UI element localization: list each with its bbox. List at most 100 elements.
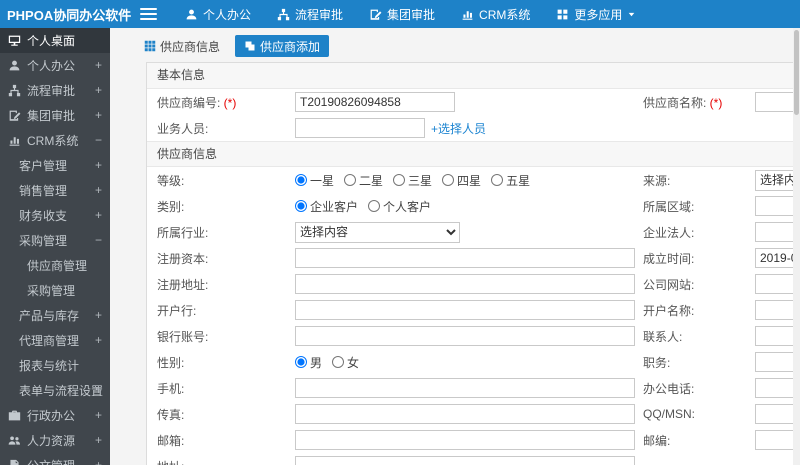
industry-select[interactable]: 选择内容 [295, 221, 460, 243]
industry-label: 所属行业: [157, 225, 209, 240]
fax-input[interactable] [295, 404, 635, 424]
expand-toggle-icon[interactable]: + [95, 103, 102, 128]
menu-toggle-icon[interactable] [140, 8, 157, 20]
sidebar-item-admin-office[interactable]: 行政办公 + [0, 403, 110, 428]
sidebar-item-label: 集团审批 [27, 109, 76, 123]
supplier-code-input[interactable] [295, 92, 455, 112]
sidebar-item-personal-desktop[interactable]: 个人桌面 [0, 28, 110, 53]
sidebar-item-customer-mgmt[interactable]: 客户管理 + [0, 153, 110, 178]
sidebar-item-sales-mgmt[interactable]: 销售管理 + [0, 178, 110, 203]
sidebar-item-personal-office[interactable]: 个人办公 + [0, 53, 110, 78]
expand-toggle-icon[interactable]: − [95, 228, 102, 253]
tab-supplier-info[interactable]: 供应商信息 [135, 35, 229, 57]
fax-label: 传真: [157, 407, 185, 422]
expand-toggle-icon[interactable]: + [95, 178, 102, 203]
level-radio[interactable] [491, 174, 504, 186]
category-option[interactable]: 个人客户 [368, 198, 431, 215]
registered-capital-input[interactable] [295, 248, 635, 268]
expand-toggle-icon[interactable]: + [95, 403, 102, 428]
user-icon [186, 9, 197, 19]
expand-toggle-icon[interactable]: + [95, 428, 102, 453]
expand-toggle-icon[interactable]: + [95, 378, 102, 403]
level-option[interactable]: 一星 [295, 172, 334, 189]
nav-more-apps[interactable]: 更多应用 [543, 0, 649, 28]
sidebar-item-label: 财务收支 [19, 209, 68, 223]
level-radio[interactable] [344, 174, 357, 186]
tab-supplier-add[interactable]: 供应商添加 [235, 35, 330, 57]
required-mark: (*) [223, 95, 237, 110]
gender-option[interactable]: 男 [295, 354, 322, 371]
sidebar-item-purchase-mgmt[interactable]: 采购管理 − [0, 228, 110, 253]
gender-radio[interactable] [332, 356, 345, 368]
expand-toggle-icon[interactable]: + [95, 153, 102, 178]
expand-toggle-icon[interactable]: + [95, 453, 102, 465]
founded-date-label: 成立时间: [643, 251, 695, 266]
category-radio[interactable] [368, 200, 381, 212]
top-nav: 个人办公 流程审批 集团审批 CRM系统 更多应用 [172, 0, 649, 28]
sales-person-input[interactable] [295, 118, 425, 138]
sidebar-item-label: 个人办公 [27, 59, 76, 73]
grid-icon [558, 9, 568, 19]
expand-toggle-icon[interactable]: + [95, 53, 102, 78]
sidebar-item-agent-mgmt[interactable]: 代理商管理 + [0, 328, 110, 353]
nav-crm-system[interactable]: CRM系统 [448, 0, 543, 28]
bank-input[interactable] [295, 300, 635, 320]
level-radio[interactable] [393, 174, 406, 186]
registered-address-input[interactable] [295, 274, 635, 294]
sidebar-item-form-flow-settings[interactable]: 表单与流程设置 + [0, 378, 110, 403]
mobile-input[interactable] [295, 378, 635, 398]
vertical-scrollbar[interactable] [793, 28, 800, 465]
supplier-name-label: 供应商名称: (*) [643, 95, 723, 110]
gender-option[interactable]: 女 [332, 354, 359, 371]
people-icon [8, 436, 21, 445]
sidebar-item-label: 产品与库存 [19, 309, 80, 323]
app-logo[interactable]: PHPOA协同办公软件 [0, 5, 131, 24]
level-radio[interactable] [442, 174, 455, 186]
email-input[interactable] [295, 430, 635, 450]
zip-code-label: 邮编: [643, 433, 671, 448]
sidebar-item-product-inventory[interactable]: 产品与库存 + [0, 303, 110, 328]
expand-toggle-icon[interactable]: + [95, 78, 102, 103]
sidebar-item-supplier-mgmt[interactable]: 供应商管理 [0, 253, 110, 278]
level-option[interactable]: 五星 [491, 172, 530, 189]
bank-control [295, 300, 643, 320]
sidebar-item-purchasing[interactable]: 采购管理 [0, 278, 110, 303]
sidebar-item-label: 销售管理 [19, 184, 68, 198]
level-radio[interactable] [295, 174, 307, 186]
expand-toggle-icon[interactable]: + [95, 328, 102, 353]
category-option[interactable]: 企业客户 [295, 198, 358, 215]
address-input[interactable] [295, 456, 635, 465]
level-option[interactable]: 三星 [393, 172, 432, 189]
expand-toggle-icon[interactable]: + [95, 203, 102, 228]
new-window-icon [245, 41, 255, 51]
sidebar-item-crm-system[interactable]: CRM系统 − [0, 128, 110, 153]
bank-account-input[interactable] [295, 326, 635, 346]
sidebar-item-finance[interactable]: 财务收支 + [0, 203, 110, 228]
legal-person-label: 企业法人: [643, 225, 695, 240]
address-label: 地址: [157, 458, 295, 465]
sidebar-item-reports-stats[interactable]: 报表与统计 [0, 353, 110, 378]
sales-person-picker-link[interactable]: +选择人员 [431, 120, 486, 137]
chart-icon [462, 10, 473, 20]
nav-personal-office[interactable]: 个人办公 [172, 0, 264, 28]
gender-radio-group: 男女 [295, 354, 359, 371]
nav-group-approval[interactable]: 集团审批 [356, 0, 448, 28]
scrollbar-thumb[interactable] [794, 30, 799, 115]
source-label: 来源: [643, 173, 671, 188]
form-row: 手机: 办公电话: [147, 375, 800, 401]
level-option[interactable]: 四星 [442, 172, 481, 189]
gender-radio[interactable] [295, 356, 307, 368]
sidebar-item-document-mgmt[interactable]: 公文管理 + [0, 453, 110, 465]
expand-toggle-icon[interactable]: + [95, 303, 102, 328]
required-mark: (*) [709, 95, 723, 110]
sidebar-item-label: 个人桌面 [27, 34, 76, 48]
qq-msn-label: QQ/MSN: [643, 407, 696, 421]
sidebar-item-group-approval[interactable]: 集团审批 + [0, 103, 110, 128]
level-option[interactable]: 二星 [344, 172, 383, 189]
sidebar-item-human-resources[interactable]: 人力资源 + [0, 428, 110, 453]
expand-toggle-icon[interactable]: − [95, 128, 102, 153]
nav-workflow-approval[interactable]: 流程审批 [264, 0, 356, 28]
category-radio[interactable] [295, 200, 307, 212]
region-label: 所属区域: [643, 199, 695, 214]
sidebar-item-workflow-approval[interactable]: 流程审批 + [0, 78, 110, 103]
